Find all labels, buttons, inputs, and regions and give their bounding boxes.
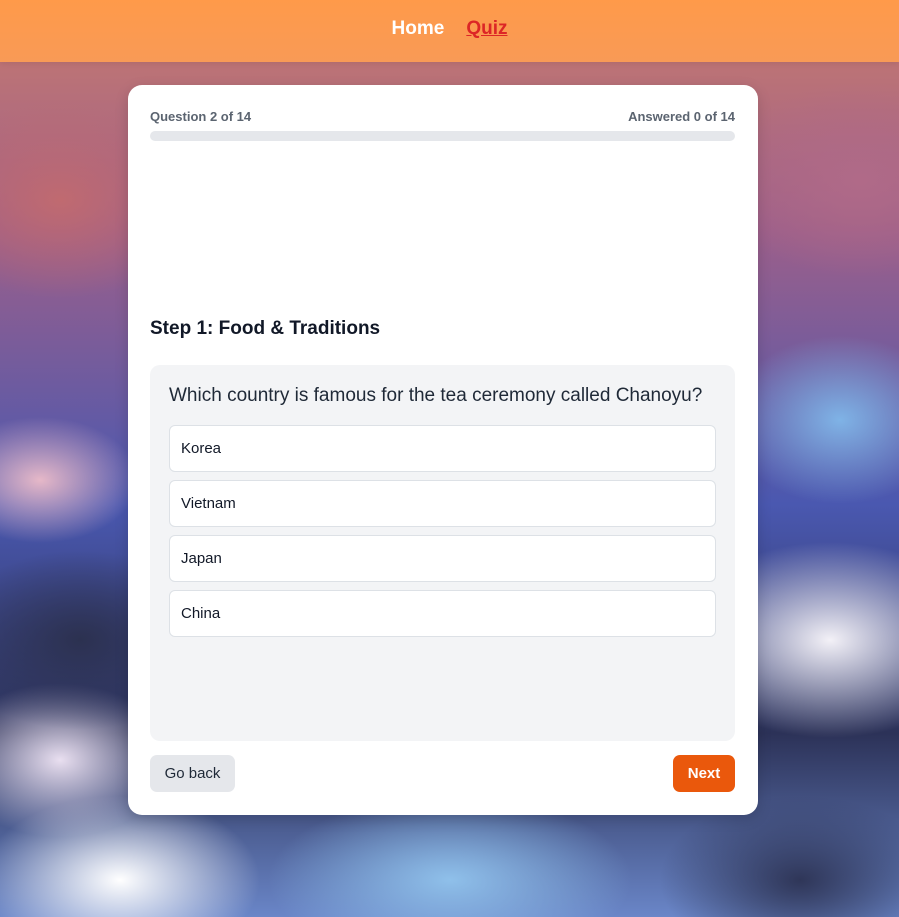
- progress-bar: [150, 131, 735, 141]
- step-title: Step 1: Food & Traditions: [150, 318, 381, 339]
- nav-home-link[interactable]: Home: [392, 18, 445, 44]
- question-text: Which country is famous for the tea cere…: [169, 385, 703, 406]
- answer-options: Korea Vietnam Japan China: [169, 425, 716, 645]
- answer-option[interactable]: China: [169, 590, 716, 637]
- question-counter: Question 2 of 14: [150, 109, 252, 124]
- question-panel: Which country is famous for the tea cere…: [150, 365, 735, 741]
- progress-header: Question 2 of 14 Answered 0 of 14: [150, 109, 735, 124]
- quiz-card: Question 2 of 14 Answered 0 of 14 Step 1…: [128, 85, 758, 815]
- answer-option[interactable]: Korea: [169, 425, 716, 472]
- answer-option[interactable]: Japan: [169, 535, 716, 582]
- next-button[interactable]: Next: [673, 755, 735, 792]
- nav-quiz-link[interactable]: Quiz: [466, 18, 507, 44]
- answer-option[interactable]: Vietnam: [169, 480, 716, 527]
- answered-counter: Answered 0 of 14: [628, 109, 735, 124]
- top-navbar: Home Quiz: [0, 0, 899, 62]
- go-back-button[interactable]: Go back: [150, 755, 235, 792]
